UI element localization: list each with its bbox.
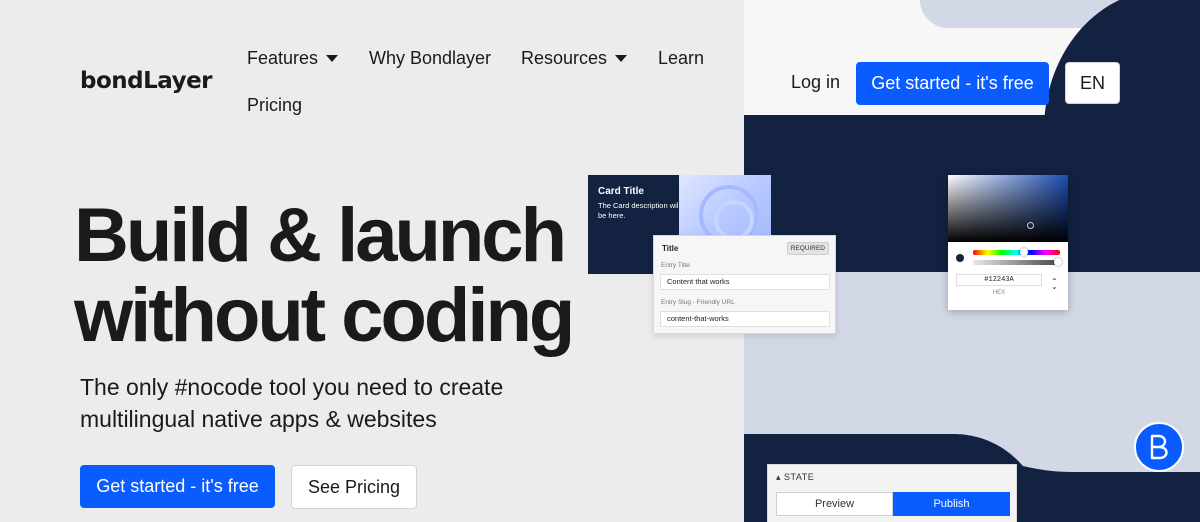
bondlayer-b-icon [1150, 434, 1168, 460]
required-badge: REQUIRED [786, 242, 829, 255]
login-link[interactable]: Log in [791, 72, 840, 93]
nav-features[interactable]: Features [247, 48, 339, 69]
nav-resources-label: Resources [521, 48, 608, 68]
preview-tab: Preview [776, 492, 893, 516]
nav-pricing[interactable]: Pricing [247, 95, 302, 116]
state-label-text: STATE [784, 472, 815, 482]
chevron-down-icon [615, 55, 628, 62]
nav-why-bondlayer[interactable]: Why Bondlayer [369, 48, 491, 69]
abstract-shape-icon [714, 200, 754, 240]
card-mock-description: The Card description will be here. [598, 201, 681, 220]
state-panel-mock: ▴ STATE Preview Publish [767, 464, 1017, 522]
chevron-down-icon [326, 55, 339, 62]
entry-title-label: Entry Title [661, 262, 690, 269]
hero-title: Build & launch without coding [74, 193, 575, 358]
publish-tab: Publish [893, 492, 1010, 516]
header-get-started-button[interactable]: Get started - it's free [856, 62, 1049, 105]
brand-logo[interactable]: bondLayer [80, 68, 213, 94]
color-gradient-area [948, 175, 1068, 242]
hue-slider-knob [1020, 248, 1028, 256]
nav-resources[interactable]: Resources [521, 48, 628, 69]
see-pricing-button[interactable]: See Pricing [291, 465, 417, 509]
nav-pricing-label: Pricing [247, 95, 303, 115]
entry-slug-field: content-that-works [660, 311, 830, 327]
nav-features-label: Features [247, 48, 319, 68]
hue-slider [973, 250, 1060, 255]
state-label: ▴ STATE [776, 472, 815, 482]
alpha-slider [973, 260, 1060, 265]
color-selector-ring [1027, 222, 1034, 229]
hero-subtitle: The only #nocode tool you need to create… [80, 374, 504, 432]
nav-learn-label: Learn [658, 48, 705, 68]
nav-why-bondlayer-label: Why Bondlayer [369, 48, 492, 68]
form-mock-title: Title [662, 244, 679, 253]
hex-value-field: #12243A [956, 274, 1042, 286]
card-mock-title: Card Title [598, 186, 644, 197]
entry-title-field: Content that works [660, 274, 830, 290]
entry-form-mock: Title REQUIRED Entry Title Content that … [653, 235, 836, 334]
color-picker-mock: #12243A HEX ⌃ ⌄ [948, 175, 1068, 310]
hero-title-line2: without coding [74, 273, 575, 358]
entry-slug-label: Entry Slug - Friendly URL [661, 299, 735, 306]
language-selector[interactable]: EN [1065, 62, 1120, 104]
hero-get-started-button[interactable]: Get started - it's free [80, 465, 275, 508]
chat-widget-button[interactable] [1134, 422, 1184, 472]
up-down-arrows-icon: ⌃ ⌄ [1051, 277, 1058, 291]
color-swatch [956, 254, 964, 262]
hero-title-line1: Build & launch [74, 193, 567, 278]
nav-learn[interactable]: Learn [658, 48, 704, 69]
alpha-slider-knob [1054, 258, 1062, 266]
hex-label: HEX [992, 290, 1006, 296]
